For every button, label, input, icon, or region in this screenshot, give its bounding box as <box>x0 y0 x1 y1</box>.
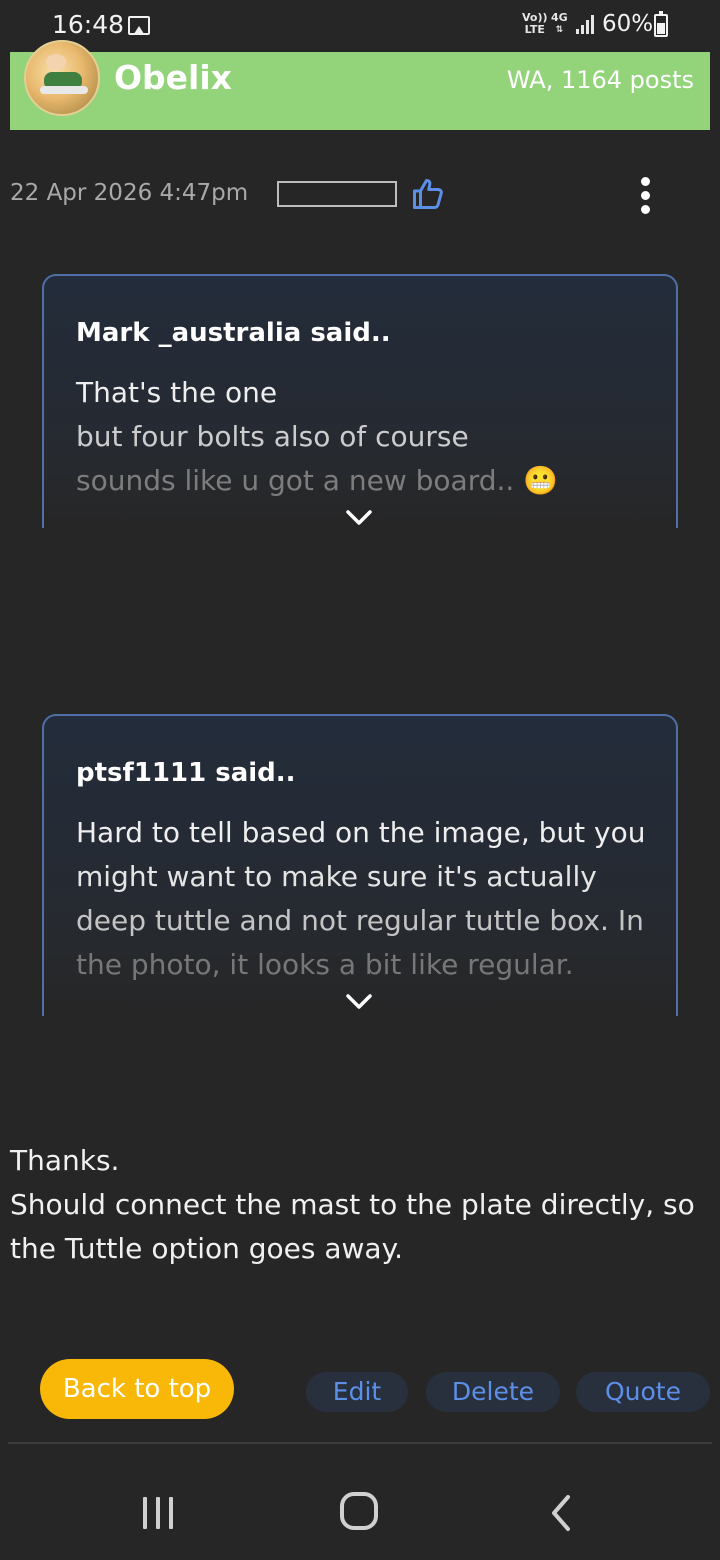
recent-apps-icon[interactable] <box>143 1497 175 1529</box>
quote-block[interactable]: Mark _australia said.. That's the one bu… <box>42 274 678 528</box>
network-4g-icon: 4G ⇅ <box>551 12 568 36</box>
expand-chevron-icon[interactable] <box>346 994 372 1010</box>
avatar[interactable] <box>24 40 100 116</box>
like-icon[interactable] <box>410 176 446 212</box>
user-meta: WA, 1164 posts <box>506 66 694 94</box>
divider <box>8 1442 712 1444</box>
quote-line: sounds like u got a new board.. 😬 <box>76 464 559 497</box>
home-icon[interactable] <box>340 1492 378 1530</box>
quote-author: ptsf1111 said.. <box>76 758 296 788</box>
back-to-top-button[interactable]: Back to top <box>40 1359 234 1419</box>
expand-chevron-icon[interactable] <box>346 510 372 526</box>
back-icon[interactable] <box>546 1493 576 1533</box>
gallery-icon <box>128 16 150 35</box>
battery-percent: 60% <box>602 11 654 37</box>
user-name[interactable]: Obelix <box>114 58 232 97</box>
quote-block[interactable]: ptsf1111 said.. Hard to tell based on th… <box>42 714 678 1016</box>
volte-bottom: LTE <box>524 23 545 36</box>
reply-text-line: Should connect the mast to the plate dir… <box>10 1188 695 1221</box>
quote-line: deep tuttle and not regular tuttle box. … <box>76 904 644 937</box>
status-time: 16:48 <box>52 10 125 39</box>
status-bar: 16:48 Vo)) LTE 4G ⇅ 60% <box>0 0 720 52</box>
quote-line: might want to make sure it's actually <box>76 860 597 893</box>
volte-icon: Vo)) LTE <box>522 12 548 36</box>
more-options-icon[interactable] <box>636 176 656 216</box>
edit-button[interactable]: Edit <box>306 1372 408 1412</box>
quote-line: but four bolts also of course <box>76 420 469 453</box>
post-date: 22 Apr 2026 4:47pm <box>10 180 249 206</box>
quote-line: That's the one <box>76 376 278 409</box>
delete-button[interactable]: Delete <box>426 1372 560 1412</box>
reply-text-line: Thanks. <box>10 1144 120 1177</box>
reaction-box[interactable] <box>277 181 397 207</box>
quote-author: Mark _australia said.. <box>76 318 391 348</box>
data-arrows-icon: ⇅ <box>555 25 564 35</box>
signal-icon <box>576 15 594 34</box>
network-label: 4G <box>551 11 568 24</box>
user-header: Obelix WA, 1164 posts <box>10 40 710 130</box>
quote-line: the photo, it looks a bit like regular. <box>76 948 574 981</box>
quote-button[interactable]: Quote <box>576 1372 710 1412</box>
quote-line: Hard to tell based on the image, but you <box>76 816 646 849</box>
reply-text-line: the Tuttle option goes away. <box>10 1232 404 1265</box>
system-nav-bar <box>0 1458 720 1560</box>
battery-icon <box>654 11 668 37</box>
